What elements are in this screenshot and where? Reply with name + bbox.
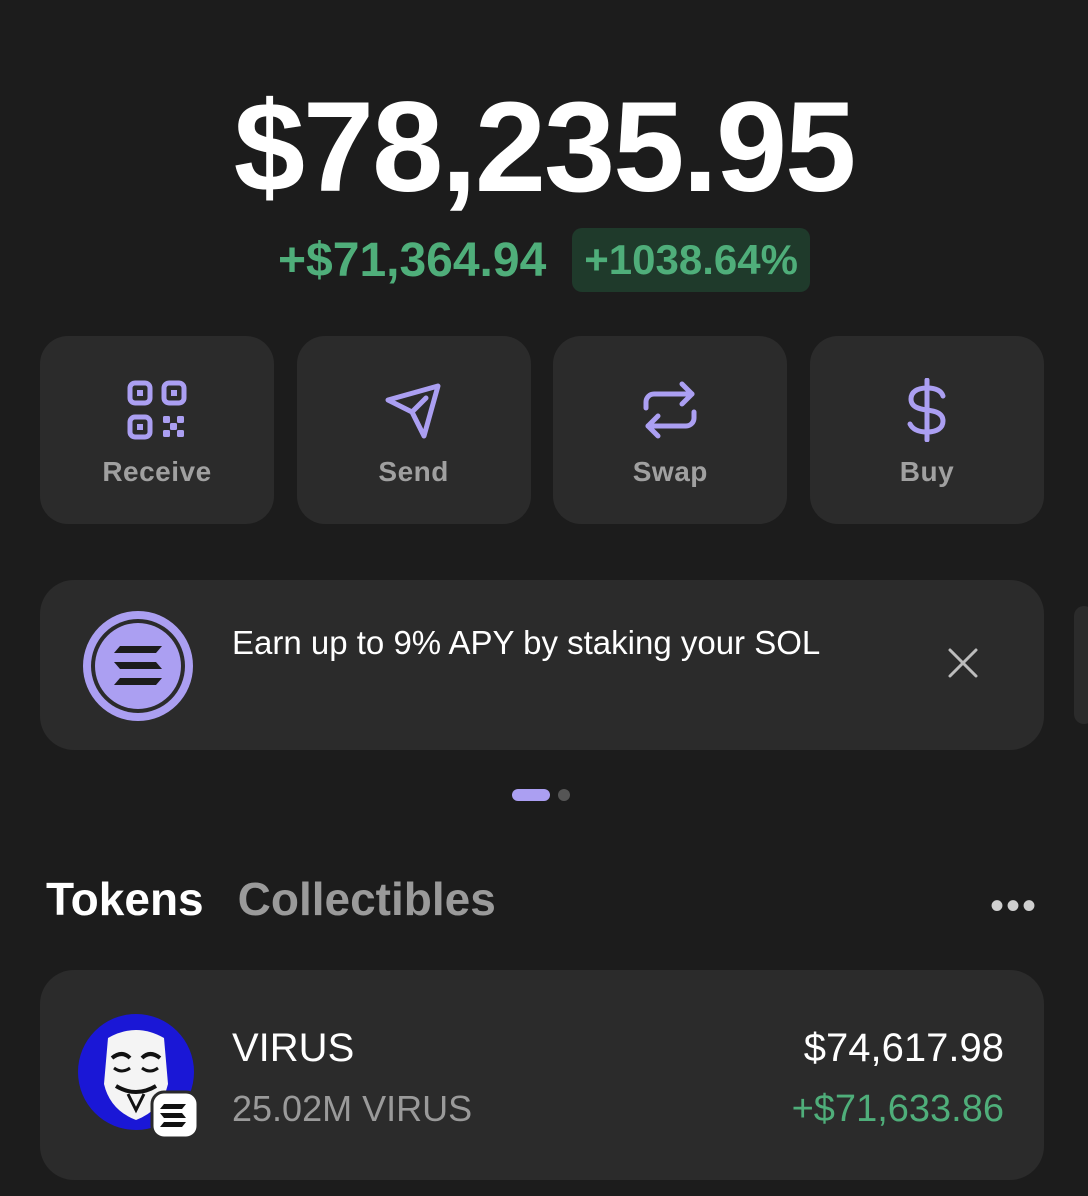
token-change: +$71,633.86 xyxy=(791,1088,1004,1130)
receive-button[interactable]: Receive xyxy=(40,336,274,524)
swap-button[interactable]: Swap xyxy=(553,336,788,524)
staking-banner-text: Earn up to 9% APY by staking your SOL xyxy=(232,624,821,661)
solana-logo-icon xyxy=(80,608,196,724)
buy-label: Buy xyxy=(899,456,955,487)
send-label: Send xyxy=(378,456,449,487)
tab-collectibles[interactable]: Collectibles xyxy=(238,872,496,926)
portfolio-balance: $78,235.95 xyxy=(233,76,857,219)
tab-tokens[interactable]: Tokens xyxy=(46,872,204,926)
portfolio-change-row: +$71,364.94 +1038.64% xyxy=(0,228,1088,292)
more-icon[interactable]: ••• xyxy=(990,884,1038,929)
swap-label: Swap xyxy=(632,456,708,487)
dollar-icon xyxy=(895,378,959,442)
virus-token-avatar xyxy=(78,1014,202,1140)
solana-badge-icon xyxy=(150,1090,200,1140)
token-name: VIRUS xyxy=(232,1026,355,1070)
token-row[interactable]: VIRUS 25.02M VIRUS $74,617.98 +$71,633.8… xyxy=(40,970,1044,1180)
asset-tabs: Tokens Collectibles xyxy=(46,872,496,926)
staking-banner[interactable]: Earn up to 9% APY by staking your SOL xyxy=(40,580,1044,750)
receive-label: Receive xyxy=(102,456,212,487)
action-buttons: Receive Send Swap Buy xyxy=(40,336,1044,524)
pager-dot-active[interactable] xyxy=(512,789,550,801)
qr-code-icon xyxy=(125,378,189,442)
close-icon[interactable] xyxy=(946,646,980,680)
portfolio-change-percent-badge: +1038.64% xyxy=(572,228,810,292)
send-button[interactable]: Send xyxy=(296,336,531,524)
pager-dot[interactable] xyxy=(558,789,570,801)
next-banner-card-edge[interactable] xyxy=(1074,606,1088,724)
send-icon xyxy=(382,378,446,442)
token-value: $74,617.98 xyxy=(803,1026,1004,1070)
banner-pager xyxy=(512,789,570,801)
swap-icon xyxy=(638,378,702,442)
buy-button[interactable]: Buy xyxy=(809,336,1044,524)
token-amount: 25.02M VIRUS xyxy=(232,1088,473,1129)
portfolio-change-amount: +$71,364.94 xyxy=(278,233,547,287)
